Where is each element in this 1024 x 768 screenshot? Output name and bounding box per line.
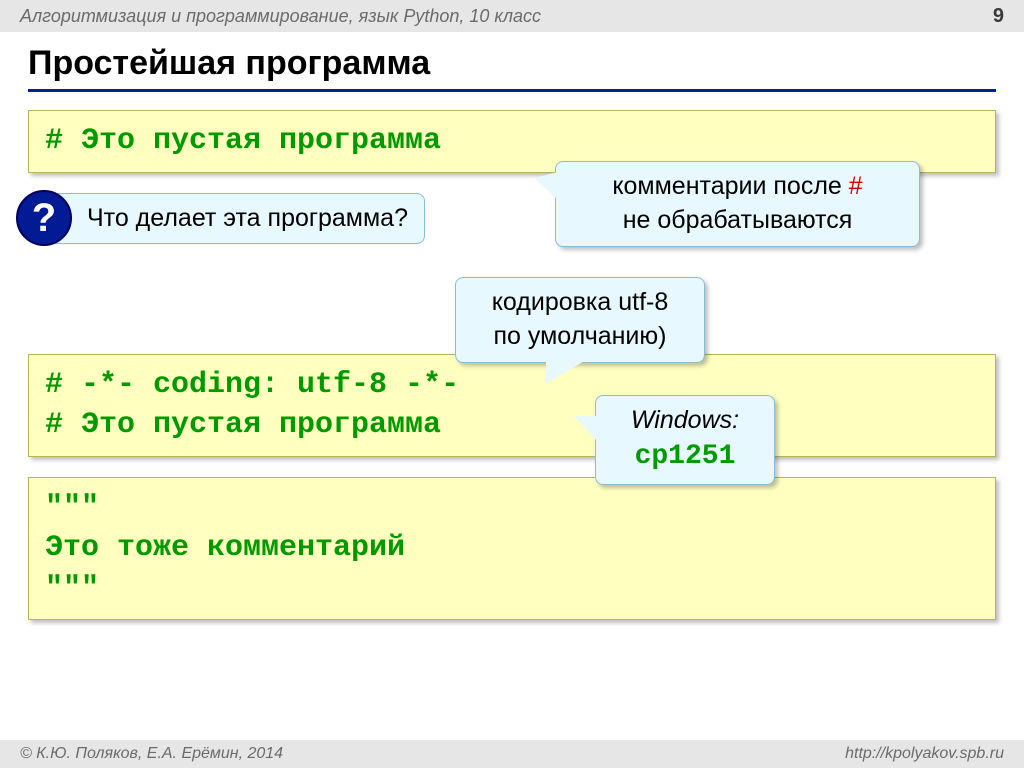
callout-code: cp1251 [635, 441, 736, 472]
slide-title: Простейшая программа [28, 44, 996, 92]
callout-line: по умолчанию) [494, 322, 667, 350]
callout-comments-not-processed: комментарии после # не обрабатываются [555, 161, 920, 247]
callout-tail-icon [574, 416, 598, 442]
code-line: """ [45, 569, 979, 610]
header-title: Алгоритмизация и программирование, язык … [20, 6, 541, 27]
callout-utf8-default: кодировка utf-8 по умолчанию) [455, 277, 705, 363]
code-line: # Это пустая программа [45, 405, 979, 446]
question-bubble: ? Что делает эта программа? [40, 193, 425, 244]
slide-header: Алгоритмизация и программирование, язык … [0, 0, 1024, 32]
slide-footer: © К.Ю. Поляков, Е.А. Ерёмин, 2014 http:/… [0, 740, 1024, 768]
hash-symbol: # [849, 172, 863, 200]
callout-text-part2: не обрабатываются [623, 206, 853, 234]
question-text: Что делает эта программа? [44, 193, 425, 244]
callout-tail-icon [534, 172, 558, 200]
question-mark-icon: ? [16, 190, 72, 246]
footer-url: http://kpolyakov.spb.ru [845, 745, 1004, 763]
callout-windows-cp1251: Windows: cp1251 [595, 395, 775, 485]
callout-line: Windows: [631, 406, 739, 434]
code-line: Это тоже комментарий [45, 528, 979, 569]
callout-line: кодировка utf-8 [492, 288, 669, 316]
callout-text-part1: комментарии после [612, 172, 848, 200]
code-line: # -*- coding: utf-8 -*- [45, 365, 979, 406]
code-block-encoding: # -*- coding: utf-8 -*- # Это пустая про… [28, 354, 996, 457]
code-block-multiline-comment: """ Это тоже комментарий """ [28, 477, 996, 621]
footer-author: © К.Ю. Поляков, Е.А. Ерёмин, 2014 [20, 745, 283, 763]
code-line: """ [45, 488, 979, 529]
page-number: 9 [993, 5, 1004, 28]
code-line: # Это пустая программа [45, 121, 979, 162]
callout-tail-icon [546, 360, 586, 384]
